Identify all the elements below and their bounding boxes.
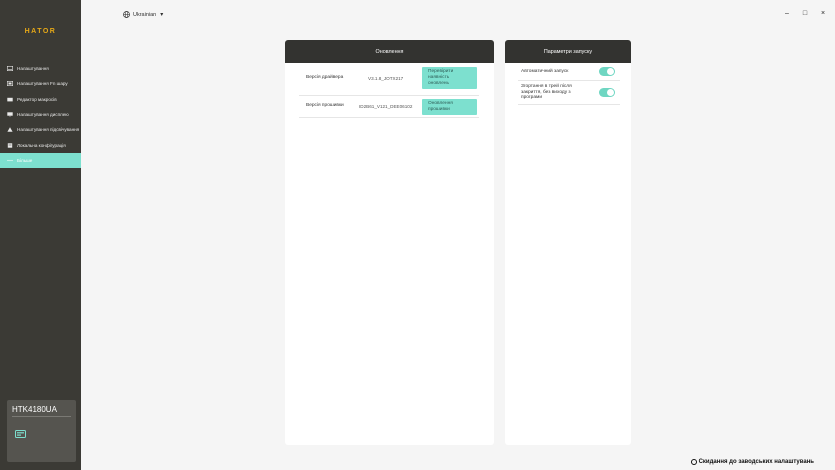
macro-icon	[6, 97, 13, 102]
sidebar-item-macro-editor[interactable]: Редактор макросів	[0, 92, 81, 107]
minimize-to-tray-row: Згортання в трей після закриття, без вих…	[518, 81, 620, 105]
sidebar-item-local-config[interactable]: Локальна конфігурація	[0, 137, 81, 152]
autostart-toggle[interactable]	[599, 67, 615, 76]
factory-reset-button[interactable]: Скидання до заводських налаштувань	[690, 459, 814, 465]
sidebar-item-settings[interactable]: Налаштування	[0, 61, 81, 76]
globe-icon	[123, 11, 130, 18]
sidebar-item-fn-layer[interactable]: Налаштування Fn шару	[0, 76, 81, 91]
language-selector[interactable]: Ukrainian ▾	[123, 11, 163, 18]
driver-version-label: Версія драйвера	[306, 75, 344, 80]
updates-panel-title: Оновлення	[285, 40, 494, 63]
lighting-icon	[6, 127, 13, 133]
device-divider	[12, 416, 71, 417]
language-label: Ukrainian	[133, 11, 157, 18]
toggle-knob	[607, 68, 614, 75]
more-icon	[6, 158, 13, 163]
check-updates-button[interactable]: Перевірити наявність оновлень	[422, 67, 477, 89]
display-icon	[6, 112, 13, 117]
sidebar-nav: Налаштування Налаштування Fn шару Редакт…	[0, 61, 81, 169]
autostart-label: Автоматичний запуск	[521, 69, 569, 74]
sidebar-item-label: Редактор макросів	[17, 96, 57, 102]
keyboard-device-icon	[15, 425, 26, 443]
maximize-button[interactable]: □	[801, 10, 809, 17]
sidebar-item-label: Більше	[17, 157, 33, 163]
keyboard-icon	[6, 66, 13, 72]
minimize-to-tray-toggle[interactable]	[599, 88, 615, 97]
sidebar: HATOR Налаштування Налаштування Fn шару …	[0, 0, 81, 470]
close-button[interactable]: ×	[819, 10, 827, 17]
startup-panel-title: Параметри запуску	[505, 40, 631, 63]
firmware-version-label: Версія прошивки	[306, 103, 344, 108]
driver-version-value: V3.1.8_JOTX217	[368, 76, 404, 81]
sidebar-item-label: Налаштування	[17, 66, 49, 72]
config-icon	[6, 142, 13, 148]
device-name: HTK4180UA	[12, 405, 57, 414]
sidebar-item-more[interactable]: Більше	[0, 152, 81, 169]
sidebar-item-lighting[interactable]: Налаштування підсвічування	[0, 122, 81, 137]
firmware-version-row: Версія прошивки ID2B61_V121_DEE06102 Оно…	[299, 96, 479, 118]
fn-layer-icon	[6, 81, 13, 87]
startup-panel: Параметри запуску Автоматичний запуск Зг…	[505, 40, 631, 445]
firmware-version-value: ID2B61_V121_DEE06102	[359, 104, 413, 109]
sidebar-item-label: Локальна конфігурація	[17, 142, 66, 148]
reset-circle-icon	[690, 459, 697, 465]
sidebar-item-label: Налаштування Fn шару	[17, 81, 68, 87]
driver-version-row: Версія драйвера V3.1.8_JOTX217 Перевірит…	[299, 63, 479, 96]
minimize-to-tray-label: Згортання в трей після закриття, без вих…	[521, 84, 572, 101]
window-controls: – □ ×	[783, 10, 827, 17]
sidebar-item-label: Налаштування дисплею	[17, 112, 69, 118]
minimize-button[interactable]: –	[783, 10, 791, 17]
toggle-knob	[607, 89, 614, 96]
chevron-down-icon: ▾	[160, 12, 164, 18]
updates-panel: Оновлення Версія драйвера V3.1.8_JOTX217…	[285, 40, 494, 445]
device-card[interactable]: HTK4180UA	[7, 400, 76, 462]
hator-logo: HATOR	[24, 28, 57, 35]
firmware-update-button[interactable]: Оновлення прошивки	[422, 99, 477, 115]
sidebar-item-display[interactable]: Налаштування дисплею	[0, 107, 81, 122]
factory-reset-label: Скидання до заводських налаштувань	[698, 459, 814, 465]
autostart-row: Автоматичний запуск	[518, 63, 620, 81]
sidebar-item-label: Налаштування підсвічування	[17, 127, 80, 133]
